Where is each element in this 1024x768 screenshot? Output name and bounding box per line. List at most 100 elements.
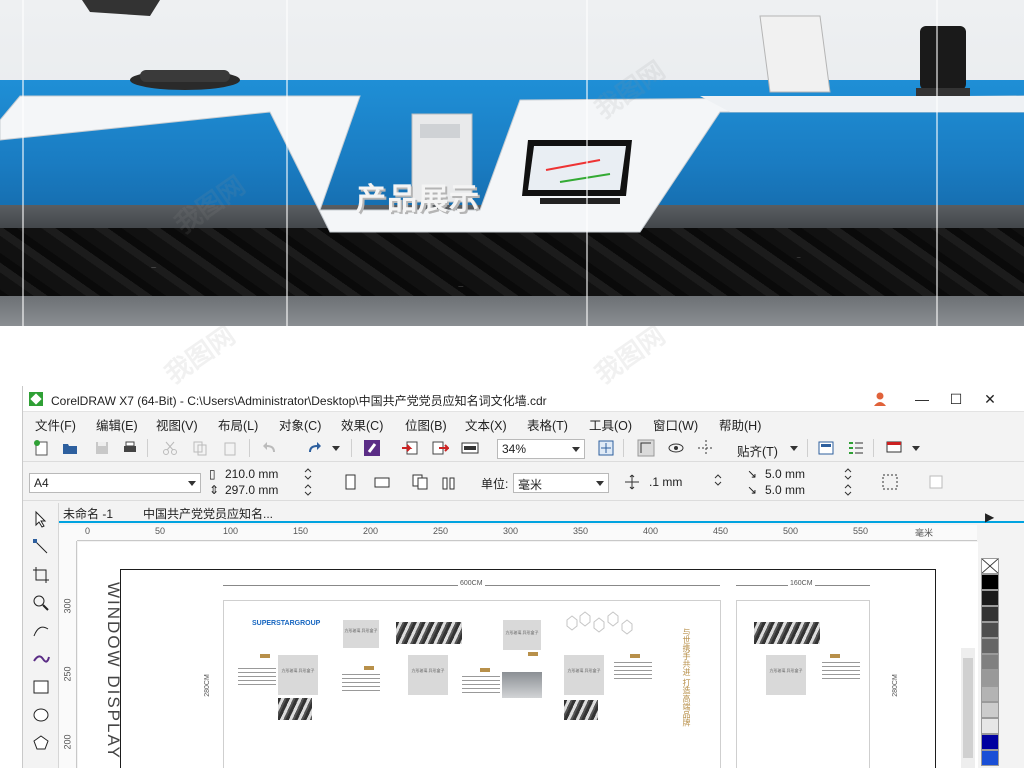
color-swatch[interactable] [981,606,999,622]
zoom-level-dropdown[interactable]: 34% [497,439,585,459]
color-swatch[interactable] [981,590,999,606]
color-swatch[interactable] [981,718,999,734]
snap-dropdown-chevron-icon[interactable] [785,439,803,457]
menu-text[interactable]: 文本(X) [465,415,507,434]
color-swatch[interactable] [981,638,999,654]
ruler-origin[interactable] [59,525,77,541]
open-folder-icon[interactable] [61,439,79,457]
color-swatch[interactable] [981,574,999,590]
crop-tool-icon[interactable] [31,565,51,585]
body-text-block [822,662,860,682]
dup-x-stepper-icon[interactable] [843,467,853,481]
horizontal-ruler[interactable]: 0 50 100 150 200 250 300 350 400 450 500… [77,525,977,541]
shape-tool-icon[interactable] [31,537,51,557]
menu-view[interactable]: 视图(V) [156,415,198,434]
menu-help[interactable]: 帮助(H) [719,415,761,434]
freehand-tool-icon[interactable] [31,621,51,641]
document-tabs: 未命名 -1 中国共产党党员应知名... [59,503,1024,523]
vertical-ruler[interactable]: 300 250 200 [59,541,77,768]
ruler-tick-label: 0 [85,526,91,536]
menu-file[interactable]: 文件(F) [35,415,76,434]
save-icon[interactable] [93,439,111,457]
duplicate-x-icon: ↘ [747,467,758,481]
color-swatch[interactable] [981,734,999,750]
color-swatch[interactable] [981,686,999,702]
page-size-dropdown[interactable]: A4 [29,473,201,493]
page-width-field[interactable]: 210.0 mm [225,467,278,481]
export-icon[interactable] [431,439,449,457]
print-icon[interactable] [121,439,139,457]
menu-layout[interactable]: 布局(L) [218,415,258,434]
vertical-scrollbar[interactable] [961,648,975,768]
publish-pdf-icon[interactable] [461,439,479,457]
nudge-distance-field[interactable]: .1 mm [649,475,682,489]
application-launcher-icon[interactable] [885,439,903,457]
menu-bitmaps[interactable]: 位图(B) [405,415,447,434]
user-account-icon[interactable] [873,391,887,407]
window-display-title: WINDOW DISPLAY [104,582,123,760]
menu-edit[interactable]: 编辑(E) [96,415,138,434]
dup-y-stepper-icon[interactable] [843,483,853,497]
treat-as-filled-icon[interactable] [881,473,899,491]
zoom-tool-icon[interactable] [31,593,51,613]
show-rulers-icon[interactable] [637,439,655,457]
welcome-screen-icon[interactable] [817,439,835,457]
undo-icon[interactable] [261,439,279,457]
duplicate-distance-x-field[interactable]: 5.0 mm [765,467,805,481]
width-stepper-icon[interactable] [303,467,313,481]
no-color-swatch[interactable] [981,558,999,574]
snap-to-dropdown[interactable]: 贴齐(T) [737,441,778,460]
duplicate-distance-y-field[interactable]: 5.0 mm [765,483,805,497]
image-placeholder [766,655,806,695]
show-eye-icon[interactable] [667,439,685,457]
portrait-orientation-icon[interactable] [341,473,359,491]
color-swatch[interactable] [981,750,999,766]
color-swatch[interactable] [981,702,999,718]
menu-window[interactable]: 窗口(W) [653,415,698,434]
polygon-tool-icon[interactable] [31,733,51,753]
ellipse-tool-icon[interactable] [31,705,51,725]
duplicate-y-icon: ↘ [747,483,758,497]
page-size-value: A4 [34,476,49,490]
import-icon[interactable] [401,439,419,457]
new-document-icon[interactable] [33,439,51,457]
drawing-canvas[interactable]: WINDOW DISPLAY 600CM 160CM 280CM 280CM S… [78,542,978,768]
cut-icon[interactable] [161,439,179,457]
close-button[interactable]: ✕ [975,388,1005,410]
menu-table[interactable]: 表格(T) [527,415,568,434]
search-content-icon[interactable] [363,439,381,457]
page-height-field[interactable]: 297.0 mm [225,483,278,497]
glass-divider [586,0,588,326]
show-guidelines-icon[interactable] [697,439,715,457]
menu-effects[interactable]: 效果(C) [341,415,383,434]
menu-object[interactable]: 对象(C) [279,415,321,434]
paste-icon[interactable] [221,439,239,457]
landscape-orientation-icon[interactable] [373,473,391,491]
redo-icon[interactable] [305,439,323,457]
all-pages-icon[interactable] [411,473,429,491]
options-list-icon[interactable] [847,439,865,457]
launcher-chevron-icon[interactable] [907,439,925,457]
tab-untitled-1[interactable]: 未命名 -1 [63,505,113,522]
copy-icon[interactable] [191,439,209,457]
nudge-stepper-icon[interactable] [713,473,723,487]
minimize-button[interactable]: — [907,388,937,410]
color-swatch[interactable] [981,622,999,638]
placeholder-caption: 方形玻璃 异形盒子 [281,668,315,673]
pick-tool-icon[interactable] [31,509,51,529]
current-page-icon[interactable] [441,473,459,491]
units-dropdown[interactable]: 毫米 [513,473,609,493]
page-options-icon[interactable] [927,473,945,491]
height-stepper-icon[interactable] [303,483,313,497]
color-swatch[interactable] [981,670,999,686]
tab-current-document[interactable]: 中国共产党党员应知名... [143,505,273,522]
redo-dropdown-icon[interactable] [327,439,345,457]
full-screen-icon[interactable] [597,439,615,457]
menu-tools[interactable]: 工具(O) [589,415,632,434]
scrollbar-thumb[interactable] [963,658,973,758]
artistic-media-tool-icon[interactable] [31,649,51,669]
tab-scroll-right-icon[interactable]: ▶ [985,510,994,524]
rectangle-tool-icon[interactable] [31,677,51,697]
color-swatch[interactable] [981,654,999,670]
maximize-button[interactable]: ☐ [941,388,971,410]
